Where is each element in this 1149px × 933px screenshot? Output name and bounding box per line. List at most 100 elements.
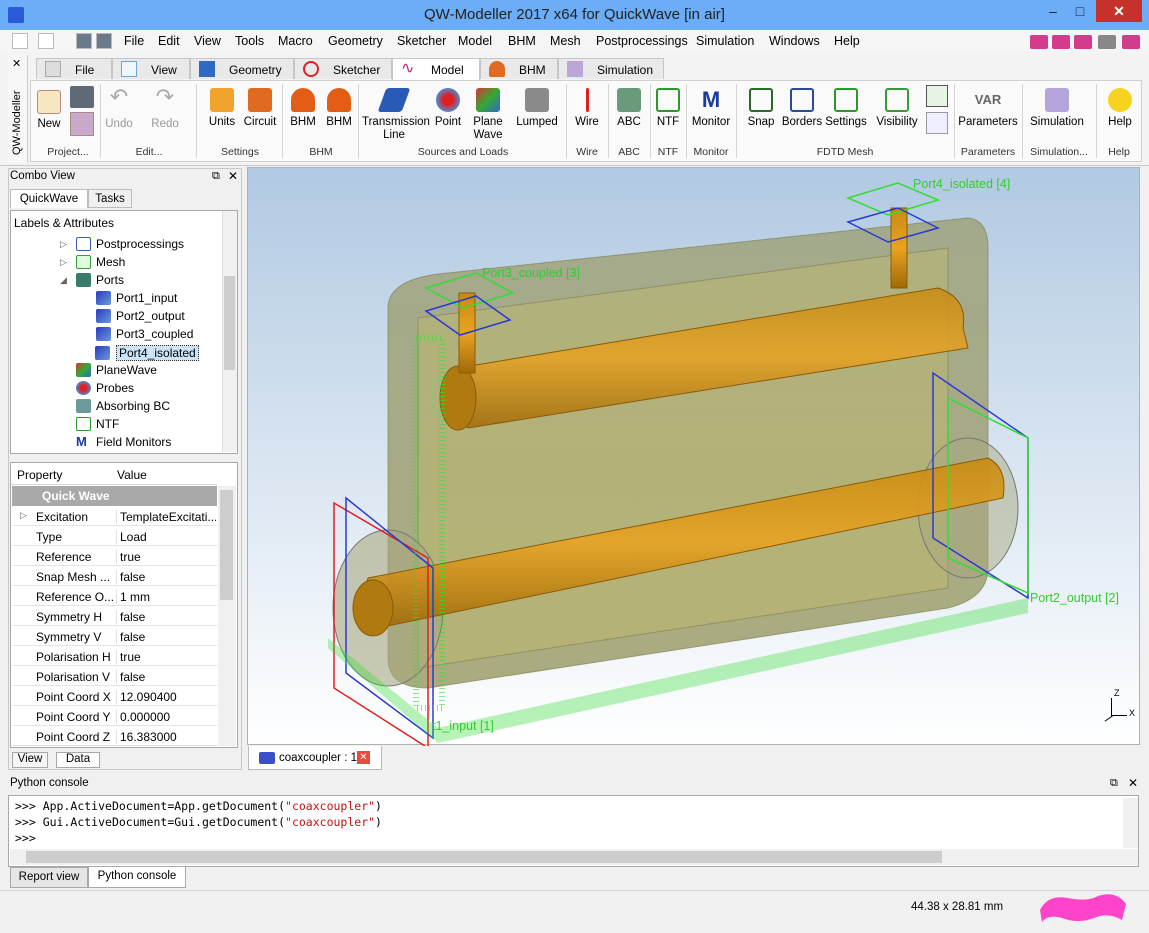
lumped-button[interactable]: Lumped [514, 88, 560, 129]
maximize-button[interactable]: □ [1067, 0, 1093, 22]
quick-new-icon[interactable] [12, 33, 28, 49]
save-icon[interactable] [70, 86, 94, 108]
tab-quickwave[interactable]: QuickWave [10, 189, 88, 208]
close-icon[interactable]: ✕ [1128, 776, 1138, 790]
value-column-header[interactable]: Value [117, 468, 147, 482]
mesh-view-toggle-icon[interactable] [926, 85, 948, 107]
property-row[interactable]: Reference O... 1 mm [12, 586, 217, 606]
help-button[interactable]: Help [1104, 88, 1136, 129]
tree-item-ports[interactable]: Ports [76, 273, 124, 287]
new-button[interactable]: New [36, 90, 62, 131]
menu-view[interactable]: View [194, 34, 221, 48]
tab-python-console[interactable]: Python console [88, 867, 186, 888]
monitor-button[interactable]: M Monitor [690, 88, 732, 129]
group-simulation[interactable]: Simulation... [1024, 146, 1094, 158]
menu-windows[interactable]: Windows [769, 34, 820, 48]
property-row[interactable]: ▷ Excitation TemplateExcitati... [12, 506, 217, 526]
menu-macro[interactable]: Macro [278, 34, 313, 48]
float-icon[interactable]: ⧉ [1110, 777, 1118, 790]
simulation-button[interactable]: Simulation [1028, 88, 1086, 129]
property-row[interactable]: Snap Mesh ... false [12, 566, 217, 586]
menu-model[interactable]: Model [458, 34, 492, 48]
toolbar-magenta-icon[interactable] [1030, 35, 1048, 49]
tree-item-port2-output[interactable]: Port2_output [96, 309, 185, 323]
tab-tasks[interactable]: Tasks [88, 189, 132, 208]
float-icon[interactable]: ⧉ [212, 170, 220, 183]
bhm-button[interactable]: BHM [322, 88, 356, 129]
mesh-view-toggle-icon-2[interactable] [926, 112, 948, 134]
tree-item-mesh[interactable]: Mesh [76, 255, 125, 269]
toolbar-magenta-icon-3[interactable] [1074, 35, 1092, 49]
tree-item-postprocessings[interactable]: Postprocessings [76, 237, 184, 251]
point-button[interactable]: Point [432, 88, 464, 129]
borders-button[interactable]: Borders [780, 88, 824, 129]
menu-sketcher[interactable]: Sketcher [397, 34, 446, 48]
menu-file[interactable]: File [124, 34, 144, 48]
transmission-line-button[interactable]: Transmission Line [362, 88, 430, 142]
tree-item-port4-isolated[interactable]: Port4_isolated [95, 345, 199, 361]
console-vertical-scrollbar[interactable] [1123, 798, 1138, 848]
console-scrollbar-thumb[interactable] [26, 851, 942, 863]
expander-mesh[interactable]: ▷ [60, 257, 67, 268]
property-row[interactable]: Type Load [12, 526, 217, 546]
toolbar-gray-icon[interactable] [1098, 35, 1116, 49]
tab-model[interactable]: ∿ Model [392, 58, 480, 80]
close-icon[interactable]: ✕ [228, 169, 238, 183]
redo-button[interactable]: ↷ Redo [148, 86, 182, 131]
tab-view-bottom[interactable]: View [12, 752, 48, 768]
menu-mesh[interactable]: Mesh [550, 34, 581, 48]
quick-saveas-icon[interactable] [96, 33, 112, 49]
close-button[interactable]: ✕ [1096, 0, 1142, 22]
3d-viewport[interactable]: Port4_isolated [4] Port3_coupled [3] Por… [247, 167, 1140, 750]
ribbon-side-close-icon[interactable]: ✕ [12, 57, 21, 70]
wire-button[interactable]: Wire [572, 88, 602, 129]
tab-view[interactable]: View [112, 58, 190, 79]
units-button[interactable]: Units [204, 88, 240, 129]
quick-save-icon[interactable] [76, 33, 92, 49]
property-row[interactable]: Symmetry H false [12, 606, 217, 626]
property-row[interactable]: Point Coord Z 16.383000 [12, 726, 217, 746]
property-group-quickwave[interactable]: Quick Wave [12, 486, 217, 506]
menu-bhm[interactable]: BHM [508, 34, 536, 48]
document-tab[interactable]: coaxcoupler : 1 ✕ [248, 746, 382, 770]
settings-button[interactable]: Settings [824, 88, 868, 129]
menu-simulation[interactable]: Simulation [696, 34, 754, 48]
tab-file[interactable]: File [36, 58, 112, 79]
property-row[interactable]: Polarisation V false [12, 666, 217, 686]
expander-postprocessings[interactable]: ▷ [60, 239, 67, 250]
property-row[interactable]: Symmetry V false [12, 626, 217, 646]
circuit-button[interactable]: Circuit [242, 88, 278, 129]
tab-geometry[interactable]: Geometry [190, 58, 294, 79]
menu-geometry[interactable]: Geometry [328, 34, 383, 48]
tree-item-field-monitors[interactable]: M Field Monitors [76, 435, 171, 450]
tab-data-bottom[interactable]: Data [56, 752, 100, 768]
tab-bhm[interactable]: BHM [480, 58, 558, 79]
expander-excitation[interactable]: ▷ [20, 510, 27, 521]
tree-scrollbar-thumb[interactable] [224, 276, 235, 370]
parameters-button[interactable]: VAR Parameters [958, 88, 1018, 129]
property-row[interactable]: Reference true [12, 546, 217, 566]
property-column-header[interactable]: Property [17, 468, 62, 482]
tree-item-ntf[interactable]: NTF [76, 417, 119, 431]
tab-report-view[interactable]: Report view [10, 867, 88, 888]
menu-help[interactable]: Help [834, 34, 860, 48]
property-row[interactable]: Point Coord X 12.090400 [12, 686, 217, 706]
quick-open-icon[interactable] [38, 33, 54, 49]
property-row[interactable]: Point Coord Y 0.000000 [12, 706, 217, 726]
undo-button[interactable]: ↶ Undo [102, 86, 136, 131]
menu-edit[interactable]: Edit [158, 34, 180, 48]
abc-button[interactable]: ABC [612, 88, 646, 129]
open-icon[interactable] [70, 112, 94, 136]
tree-item-planewave[interactable]: PlaneWave [76, 363, 157, 377]
tree-item-absorbing-bc[interactable]: Absorbing BC [76, 399, 170, 413]
tree-item-port1-input[interactable]: Port1_input [96, 291, 177, 305]
close-tab-icon[interactable]: ✕ [357, 751, 370, 764]
tab-sketcher[interactable]: Sketcher [294, 58, 392, 79]
property-scrollbar-thumb[interactable] [220, 490, 233, 600]
toolbar-magenta-icon-4[interactable] [1122, 35, 1140, 49]
visibility-button[interactable]: Visibility [874, 88, 920, 129]
menu-postprocessings[interactable]: Postprocessings [596, 34, 688, 48]
expander-ports[interactable]: ◢ [60, 275, 67, 286]
snap-button[interactable]: Snap [744, 88, 778, 129]
group-project[interactable]: Project... [36, 146, 100, 158]
